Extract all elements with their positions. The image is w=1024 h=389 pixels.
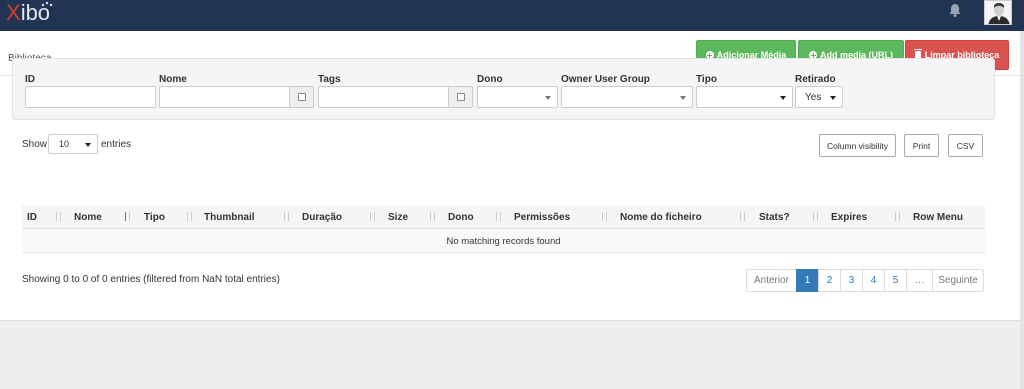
logo-dots-icon [41, 1, 53, 7]
user-avatar-icon [985, 1, 1011, 24]
filter-name-input[interactable] [159, 86, 290, 108]
sort-icon[interactable] [428, 211, 437, 222]
column-header-duration[interactable]: Duração [302, 212, 342, 223]
table-empty-row: No matching records found [22, 230, 985, 253]
column-header-owner[interactable]: Dono [448, 212, 474, 223]
checkbox-icon[interactable] [456, 93, 465, 101]
table-header: ID Nome Tipo Thumbnail Duração Size Dono… [22, 205, 985, 229]
pagination-page-4[interactable]: 4 [862, 269, 885, 292]
filter-id-label: ID [25, 74, 35, 85]
chevron-down-icon [830, 96, 836, 100]
filter-tags-input[interactable] [318, 86, 449, 108]
column-visibility-button[interactable]: Column visibility [819, 134, 896, 157]
filter-tags-label: Tags [318, 74, 341, 85]
sort-icon[interactable] [893, 211, 902, 222]
chevron-down-icon [545, 96, 551, 100]
chevron-down-icon [780, 96, 786, 100]
pagination-ellipsis: … [906, 269, 933, 292]
column-header-id[interactable]: ID [27, 212, 37, 223]
top-navbar: Xibo [0, 0, 1024, 31]
sort-asc-icon[interactable] [123, 211, 132, 222]
page-length-select[interactable]: 10 [48, 134, 98, 154]
filter-name-label: Nome [159, 74, 187, 85]
filter-id-input[interactable] [25, 86, 156, 108]
filter-panel: ID Nome Tags Dono Owner User Group Tipo … [12, 58, 995, 120]
filter-name-exact-toggle[interactable] [290, 86, 314, 108]
sort-icon[interactable] [368, 211, 377, 222]
sort-icon[interactable] [54, 211, 63, 222]
sort-icon[interactable] [282, 211, 291, 222]
filter-type-select[interactable] [696, 86, 793, 108]
pagination-page-5[interactable]: 5 [884, 269, 907, 292]
filter-retired-select[interactable]: Yes [795, 86, 843, 108]
filter-owner-group-label: Owner User Group [561, 74, 650, 85]
filter-type-label: Tipo [696, 74, 717, 85]
pagination-page-1[interactable]: 1 [796, 269, 819, 292]
show-label: Show [22, 139, 48, 150]
sort-icon[interactable] [738, 211, 747, 222]
column-header-stats[interactable]: Stats? [759, 212, 790, 223]
pagination: Anterior 1 2 3 4 5 … Seguinte [746, 269, 984, 292]
user-avatar[interactable] [984, 0, 1012, 25]
column-header-size[interactable]: Size [388, 212, 408, 223]
print-button[interactable]: Print [904, 134, 939, 157]
bell-icon[interactable] [947, 2, 963, 18]
filter-tags-exact-toggle[interactable] [449, 86, 473, 108]
filter-owner-label: Dono [477, 74, 503, 85]
column-header-thumbnail[interactable]: Thumbnail [204, 212, 255, 223]
sort-icon[interactable] [600, 211, 609, 222]
sort-icon[interactable] [494, 211, 503, 222]
page-scrollbar[interactable] [1020, 31, 1024, 389]
filter-owner-select[interactable] [477, 86, 558, 108]
sort-icon[interactable] [185, 211, 194, 222]
column-header-row-menu: Row Menu [913, 212, 963, 223]
table-info: Showing 0 to 0 of 0 entries (filtered fr… [22, 274, 280, 285]
pagination-next[interactable]: Seguinte [932, 269, 984, 292]
entries-label: entries [101, 139, 132, 150]
column-header-filename[interactable]: Nome do ficheiro [620, 212, 702, 223]
chevron-down-icon [680, 96, 686, 100]
column-header-type[interactable]: Tipo [144, 212, 165, 223]
pagination-page-3[interactable]: 3 [840, 269, 863, 292]
column-header-name[interactable]: Nome [74, 212, 102, 223]
chevron-down-icon [85, 143, 91, 147]
sort-icon[interactable] [811, 211, 820, 222]
csv-button[interactable]: CSV [948, 134, 983, 157]
column-header-expires[interactable]: Expires [831, 212, 867, 223]
pagination-previous[interactable]: Anterior [746, 269, 797, 292]
filter-owner-group-select[interactable] [561, 86, 693, 108]
column-header-permissions[interactable]: Permissões [514, 212, 570, 223]
pagination-page-2[interactable]: 2 [818, 269, 841, 292]
filter-retired-label: Retirado [795, 74, 836, 85]
checkbox-icon[interactable] [297, 93, 306, 101]
